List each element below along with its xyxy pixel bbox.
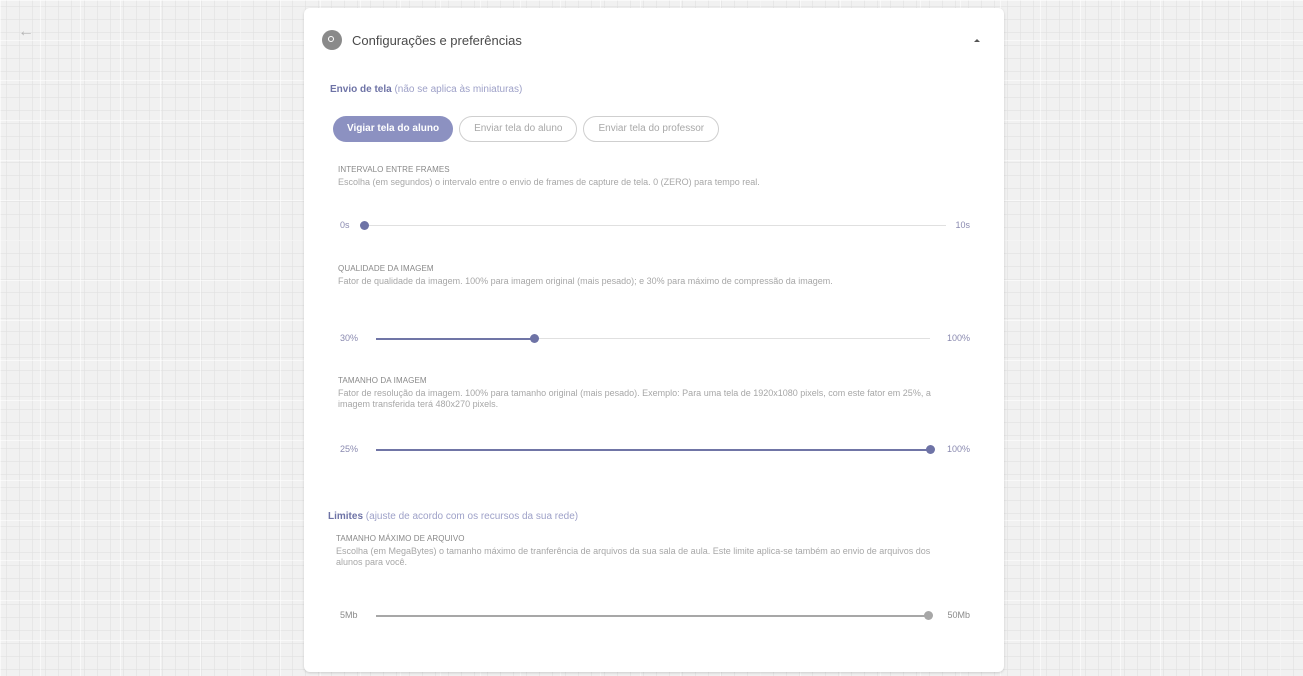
filesize-slider: 5Mb 50Mb (340, 608, 970, 624)
size-title: TAMANHO DA IMAGEM (338, 376, 427, 385)
quality-title: QUALIDADE DA IMAGEM (338, 264, 434, 273)
interval-setting: INTERVALO ENTRE FRAMES Escolha (em segun… (338, 165, 948, 188)
quality-max-label: 100% (946, 333, 970, 343)
limits-section-label: Limites (328, 511, 364, 522)
settings-card: Configurações e preferências Envio de te… (304, 8, 1004, 672)
quality-track[interactable] (376, 334, 930, 343)
screen-section-note: (não se aplica às miniaturas) (394, 84, 523, 95)
filesize-setting: TAMANHO MÁXIMO DE ARQUIVO Escolha (em Me… (336, 534, 946, 568)
tab-send-student-screen[interactable]: Enviar tela do aluno (459, 116, 578, 142)
quality-description: Fator de qualidade da imagem. 100% para … (338, 276, 833, 286)
quality-setting: QUALIDADE DA IMAGEM Fator de qualidade d… (338, 264, 948, 287)
quality-min-label: 30% (340, 333, 359, 343)
limits-section-title: Limites (ajuste de acordo com os recurso… (328, 511, 578, 522)
tab-watch-student-screen[interactable]: Vigiar tela do aluno (333, 116, 454, 142)
filesize-track[interactable] (376, 611, 933, 620)
card-header[interactable]: Configurações e preferências (322, 28, 986, 52)
size-max-label: 100% (946, 444, 970, 454)
filesize-title: TAMANHO MÁXIMO DE ARQUIVO (336, 534, 465, 543)
card-title: Configurações e preferências (352, 32, 522, 48)
screen-mode-tabs: Vigiar tela do aluno Enviar tela do alun… (333, 116, 725, 142)
interval-slider: 0s 10s (340, 218, 970, 234)
tab-send-teacher-screen[interactable]: Enviar tela do professor (583, 116, 720, 142)
limits-section-note: (ajuste de acordo com os recursos da sua… (365, 511, 579, 522)
filesize-description: Escolha (em MegaBytes) o tamanho máximo … (336, 546, 931, 567)
size-description: Fator de resolução da imagem. 100% para … (338, 388, 931, 409)
filesize-min-label: 5Mb (340, 610, 358, 620)
filesize-max-label: 50Mb (947, 610, 970, 620)
quality-slider-handle[interactable] (530, 334, 540, 343)
back-arrow-icon[interactable]: ← (18, 22, 34, 42)
size-slider-handle[interactable] (926, 445, 935, 454)
filesize-slider-handle[interactable] (924, 611, 933, 620)
size-track-fill (376, 448, 930, 451)
filesize-track-fill (376, 614, 928, 617)
quality-track-fill (376, 337, 535, 340)
quality-slider: 30% 100% (340, 331, 970, 347)
size-slider: 25% 100% (340, 442, 970, 458)
screen-section-title: Envio de tela (não se aplica às miniatur… (330, 84, 522, 95)
interval-slider-handle[interactable] (360, 221, 369, 230)
interval-max-label: 10s (955, 220, 970, 230)
interval-description: Escolha (em segundos) o intervalo entre … (338, 177, 760, 187)
size-min-label: 25% (340, 444, 359, 454)
size-track[interactable] (376, 445, 935, 454)
size-setting: TAMANHO DA IMAGEM Fator de resolução da … (338, 376, 948, 410)
interval-track[interactable] (360, 221, 946, 230)
screen-section-label: Envio de tela (330, 84, 392, 95)
interval-min-label: 0s (340, 220, 350, 230)
collapse-caret-icon[interactable] (974, 38, 980, 42)
settings-icon (322, 30, 342, 50)
interval-title: INTERVALO ENTRE FRAMES (338, 165, 450, 174)
